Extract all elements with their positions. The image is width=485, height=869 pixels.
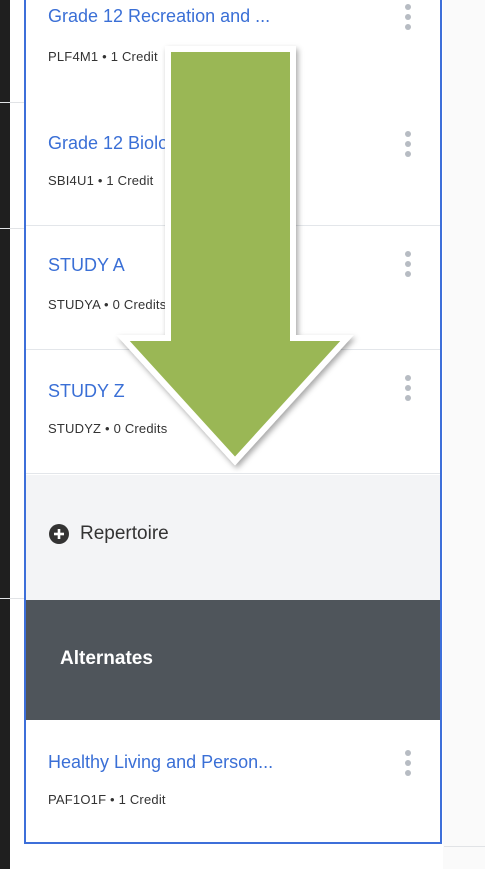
course-title-link[interactable]: Grade 12 Recreation and ... <box>48 6 378 27</box>
course-code-credits: PAF1O1F • 1 Credit <box>48 792 166 807</box>
course-code-credits: STUDYA • 0 Credits <box>48 297 167 312</box>
course-card[interactable]: STUDY A STUDYA • 0 Credits <box>26 227 440 350</box>
row-divider <box>0 598 24 599</box>
more-options-icon[interactable] <box>402 4 414 40</box>
course-code-credits: PLF4M1 • 1 Credit <box>48 49 158 64</box>
add-repertoire-button[interactable]: Repertoire <box>48 523 169 545</box>
course-card[interactable]: Grade 12 Recreation and ... PLF4M1 • 1 C… <box>26 0 440 119</box>
more-options-icon[interactable] <box>402 131 414 167</box>
alternate-course-card[interactable]: Healthy Living and Person... PAF1O1F • 1… <box>26 720 440 842</box>
alternates-title: Alternates <box>60 648 153 669</box>
course-title-link[interactable]: Healthy Living and Person... <box>48 752 378 773</box>
more-options-icon[interactable] <box>402 251 414 287</box>
row-divider <box>0 102 24 103</box>
course-card[interactable]: STUDY Z STUDYZ • 0 Credits <box>26 351 440 474</box>
course-card[interactable]: Grade 12 Biology, University... SBI4U1 •… <box>26 103 440 226</box>
alternates-header: Alternates <box>26 600 440 720</box>
course-title-link[interactable]: STUDY A <box>48 255 378 276</box>
more-options-icon[interactable] <box>402 375 414 411</box>
window-edge <box>0 0 10 869</box>
more-options-icon[interactable] <box>402 750 414 786</box>
course-title-link[interactable]: STUDY Z <box>48 381 378 402</box>
row-divider <box>444 846 485 847</box>
course-title-link[interactable]: Grade 12 Biology, University... <box>48 133 378 154</box>
repertoire-section: Repertoire <box>26 475 440 600</box>
adjacent-panel <box>443 0 485 869</box>
course-plan-panel: Grade 12 Recreation and ... PLF4M1 • 1 C… <box>24 0 442 844</box>
plus-circle-icon <box>49 524 69 544</box>
row-divider <box>0 228 24 229</box>
repertoire-label: Repertoire <box>80 523 169 544</box>
course-code-credits: SBI4U1 • 1 Credit <box>48 173 154 188</box>
course-code-credits: STUDYZ • 0 Credits <box>48 421 168 436</box>
